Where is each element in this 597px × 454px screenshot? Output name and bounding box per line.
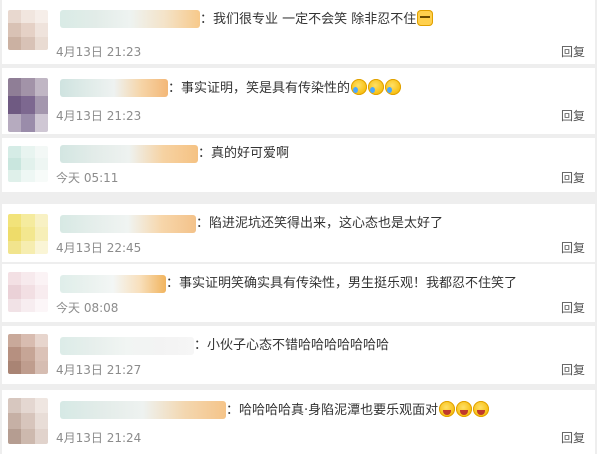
emoji-group — [350, 79, 402, 96]
cry-emoji-icon — [368, 79, 385, 95]
avatar[interactable] — [8, 146, 48, 182]
emoji-group — [438, 401, 490, 418]
username-blurred[interactable] — [60, 79, 168, 97]
cat-emoji-icon — [417, 10, 434, 26]
laugh-emoji-icon — [473, 401, 490, 417]
comment-time: 今天 08:08 — [56, 301, 119, 315]
comment-text: ：事实证明笑确实具有传染性，男生挺乐观！我都忍不住笑了 — [166, 276, 518, 291]
username-blurred[interactable] — [60, 401, 226, 419]
comment-time: 今天 05:11 — [56, 171, 119, 185]
comment-text: ：小伙子心态不错哈哈哈哈哈哈哈 — [194, 338, 390, 353]
laugh-emoji-icon — [456, 401, 473, 417]
comment-time: 4月13日 21:24 — [56, 431, 142, 445]
username-blurred[interactable] — [60, 337, 194, 355]
reply-button[interactable]: 回复 — [561, 300, 585, 316]
reply-button[interactable]: 回复 — [561, 430, 585, 446]
reply-button[interactable]: 回复 — [561, 362, 585, 378]
comment-time: 4月13日 21:23 — [56, 109, 142, 123]
comment-text: ：哈哈哈哈真·身陷泥潭也要乐观面对 — [226, 401, 490, 420]
laugh-emoji-icon — [439, 401, 456, 417]
comment-text: ：陷进泥坑还笑得出来，这心态也是太好了 — [196, 216, 444, 231]
comment-item: ：事实证明，笑是具有传染性的 4月13日 21:23 回复 — [2, 68, 595, 134]
username-blurred[interactable] — [60, 215, 196, 233]
comment-time: 4月13日 21:23 — [56, 45, 142, 59]
comment-time: 4月13日 21:27 — [56, 363, 142, 377]
comment-time: 4月13日 22:45 — [56, 241, 142, 255]
avatar[interactable] — [8, 214, 48, 254]
reply-button[interactable]: 回复 — [561, 170, 585, 186]
emoji-group — [416, 10, 434, 27]
comment-item: ：我们很专业 一定不会笑 除非忍不住 4月13日 21:23 回复 — [2, 0, 595, 64]
comment-item: ：小伙子心态不错哈哈哈哈哈哈哈 4月13日 21:27 回复 — [2, 326, 595, 384]
comment-text: ：事实证明，笑是具有传染性的 — [168, 79, 402, 98]
comment-text: ：真的好可爱啊 — [198, 146, 290, 161]
cry-emoji-icon — [385, 79, 402, 95]
avatar[interactable] — [8, 272, 48, 312]
reply-button[interactable]: 回复 — [561, 108, 585, 124]
username-blurred[interactable] — [60, 145, 198, 163]
reply-button[interactable]: 回复 — [561, 240, 585, 256]
comment-item: ：哈哈哈哈真·身陷泥潭也要乐观面对 4月13日 21:24 回复 — [2, 390, 595, 454]
username-blurred[interactable] — [60, 275, 166, 293]
avatar[interactable] — [8, 78, 48, 132]
reply-button[interactable]: 回复 — [561, 44, 585, 60]
avatar[interactable] — [8, 10, 48, 50]
username-blurred[interactable] — [60, 10, 200, 28]
avatar[interactable] — [8, 334, 48, 374]
cry-emoji-icon — [351, 79, 368, 95]
comment-item: ：真的好可爱啊 今天 05:11 回复 — [2, 138, 595, 192]
comment-text: ：我们很专业 一定不会笑 除非忍不住 — [200, 10, 434, 29]
comment-item: ：陷进泥坑还笑得出来，这心态也是太好了 4月13日 22:45 回复 — [2, 204, 595, 262]
avatar[interactable] — [8, 398, 48, 444]
comment-item: ：事实证明笑确实具有传染性，男生挺乐观！我都忍不住笑了 今天 08:08 回复 — [2, 264, 595, 322]
